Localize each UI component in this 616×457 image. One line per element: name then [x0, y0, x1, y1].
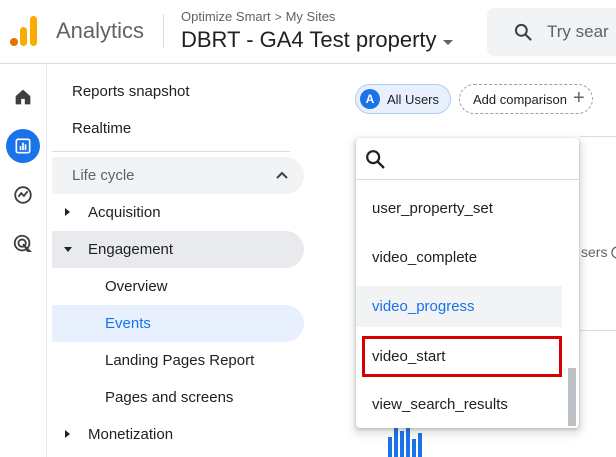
- left-rail: [0, 64, 46, 457]
- chart-preview: [384, 428, 424, 457]
- audience-avatar: A: [360, 89, 380, 109]
- card-edge: [580, 136, 616, 226]
- search-icon: [514, 23, 532, 41]
- breadcrumb-sites: My Sites: [285, 9, 336, 24]
- search-bar[interactable]: Try sear: [487, 8, 616, 56]
- header-divider: [163, 14, 164, 48]
- chevron-up-icon: [276, 171, 288, 179]
- side-nav: Reports snapshot Realtime Life cycle Acq…: [52, 64, 310, 457]
- rail-border: [46, 64, 47, 457]
- collapse-arrow-icon: [64, 247, 72, 252]
- advertising-icon: [13, 234, 32, 253]
- analytics-logo-icon[interactable]: [10, 16, 38, 46]
- rail-home[interactable]: [6, 80, 40, 114]
- expand-arrow-icon: [65, 430, 70, 438]
- property-selector[interactable]: DBRT - GA4 Test property: [181, 27, 453, 53]
- table-divider: [580, 330, 616, 331]
- nav-overview[interactable]: Overview: [52, 268, 304, 305]
- rail-explore[interactable]: [6, 178, 40, 212]
- add-comparison-label: Add comparison: [473, 91, 567, 107]
- nav-landing-pages[interactable]: Landing Pages Report: [52, 342, 304, 379]
- search-icon: [366, 150, 385, 169]
- chevron-right-icon: >: [274, 9, 282, 24]
- reports-icon: [15, 138, 31, 154]
- dropdown-option-hovered[interactable]: video_progress: [356, 286, 562, 327]
- nav-section-life-cycle[interactable]: Life cycle: [52, 157, 304, 194]
- nav-pages-and-screens[interactable]: Pages and screens: [52, 379, 304, 416]
- help-icon[interactable]: [611, 246, 616, 259]
- nav-monetization[interactable]: Monetization: [52, 416, 304, 453]
- caret-down-icon: [442, 39, 453, 45]
- app-name: Analytics: [56, 18, 145, 43]
- nav-engagement[interactable]: Engagement: [52, 231, 304, 268]
- nav-divider: [52, 151, 290, 152]
- expand-arrow-icon: [65, 208, 70, 216]
- nav-acquisition[interactable]: Acquisition: [52, 194, 304, 231]
- rail-reports[interactable]: [6, 129, 40, 163]
- dropdown-option[interactable]: video_complete: [356, 237, 562, 278]
- top-header: Analytics Optimize Smart > My Sites DBRT…: [0, 0, 616, 64]
- dropdown-option[interactable]: view_search_results: [356, 384, 562, 425]
- nav-reports-snapshot[interactable]: Reports snapshot: [52, 73, 304, 110]
- users-header-text: sers: [581, 244, 608, 260]
- explore-icon: [14, 186, 32, 204]
- plus-icon: +: [572, 87, 585, 109]
- dropdown-search[interactable]: [356, 138, 579, 180]
- dropdown-option-highlighted[interactable]: video_start: [362, 336, 562, 377]
- all-users-label: All Users: [387, 91, 440, 107]
- search-placeholder: Try sear: [547, 22, 609, 41]
- breadcrumb[interactable]: Optimize Smart > My Sites: [181, 9, 335, 24]
- nav-realtime[interactable]: Realtime: [52, 110, 304, 147]
- breadcrumb-account: Optimize Smart: [181, 9, 271, 24]
- nav-events[interactable]: Events: [52, 305, 304, 342]
- event-dropdown: user_property_set video_complete video_p…: [356, 138, 579, 428]
- dropdown-scrollbar[interactable]: [568, 368, 576, 426]
- all-users-chip[interactable]: A All Users: [355, 84, 451, 114]
- users-column-header: sers: [581, 244, 616, 260]
- dropdown-option[interactable]: user_property_set: [356, 188, 562, 229]
- rail-advertising[interactable]: [6, 227, 40, 261]
- home-icon: [15, 89, 31, 105]
- add-comparison-button[interactable]: Add comparison +: [459, 84, 593, 114]
- property-name: DBRT - GA4 Test property: [181, 27, 437, 52]
